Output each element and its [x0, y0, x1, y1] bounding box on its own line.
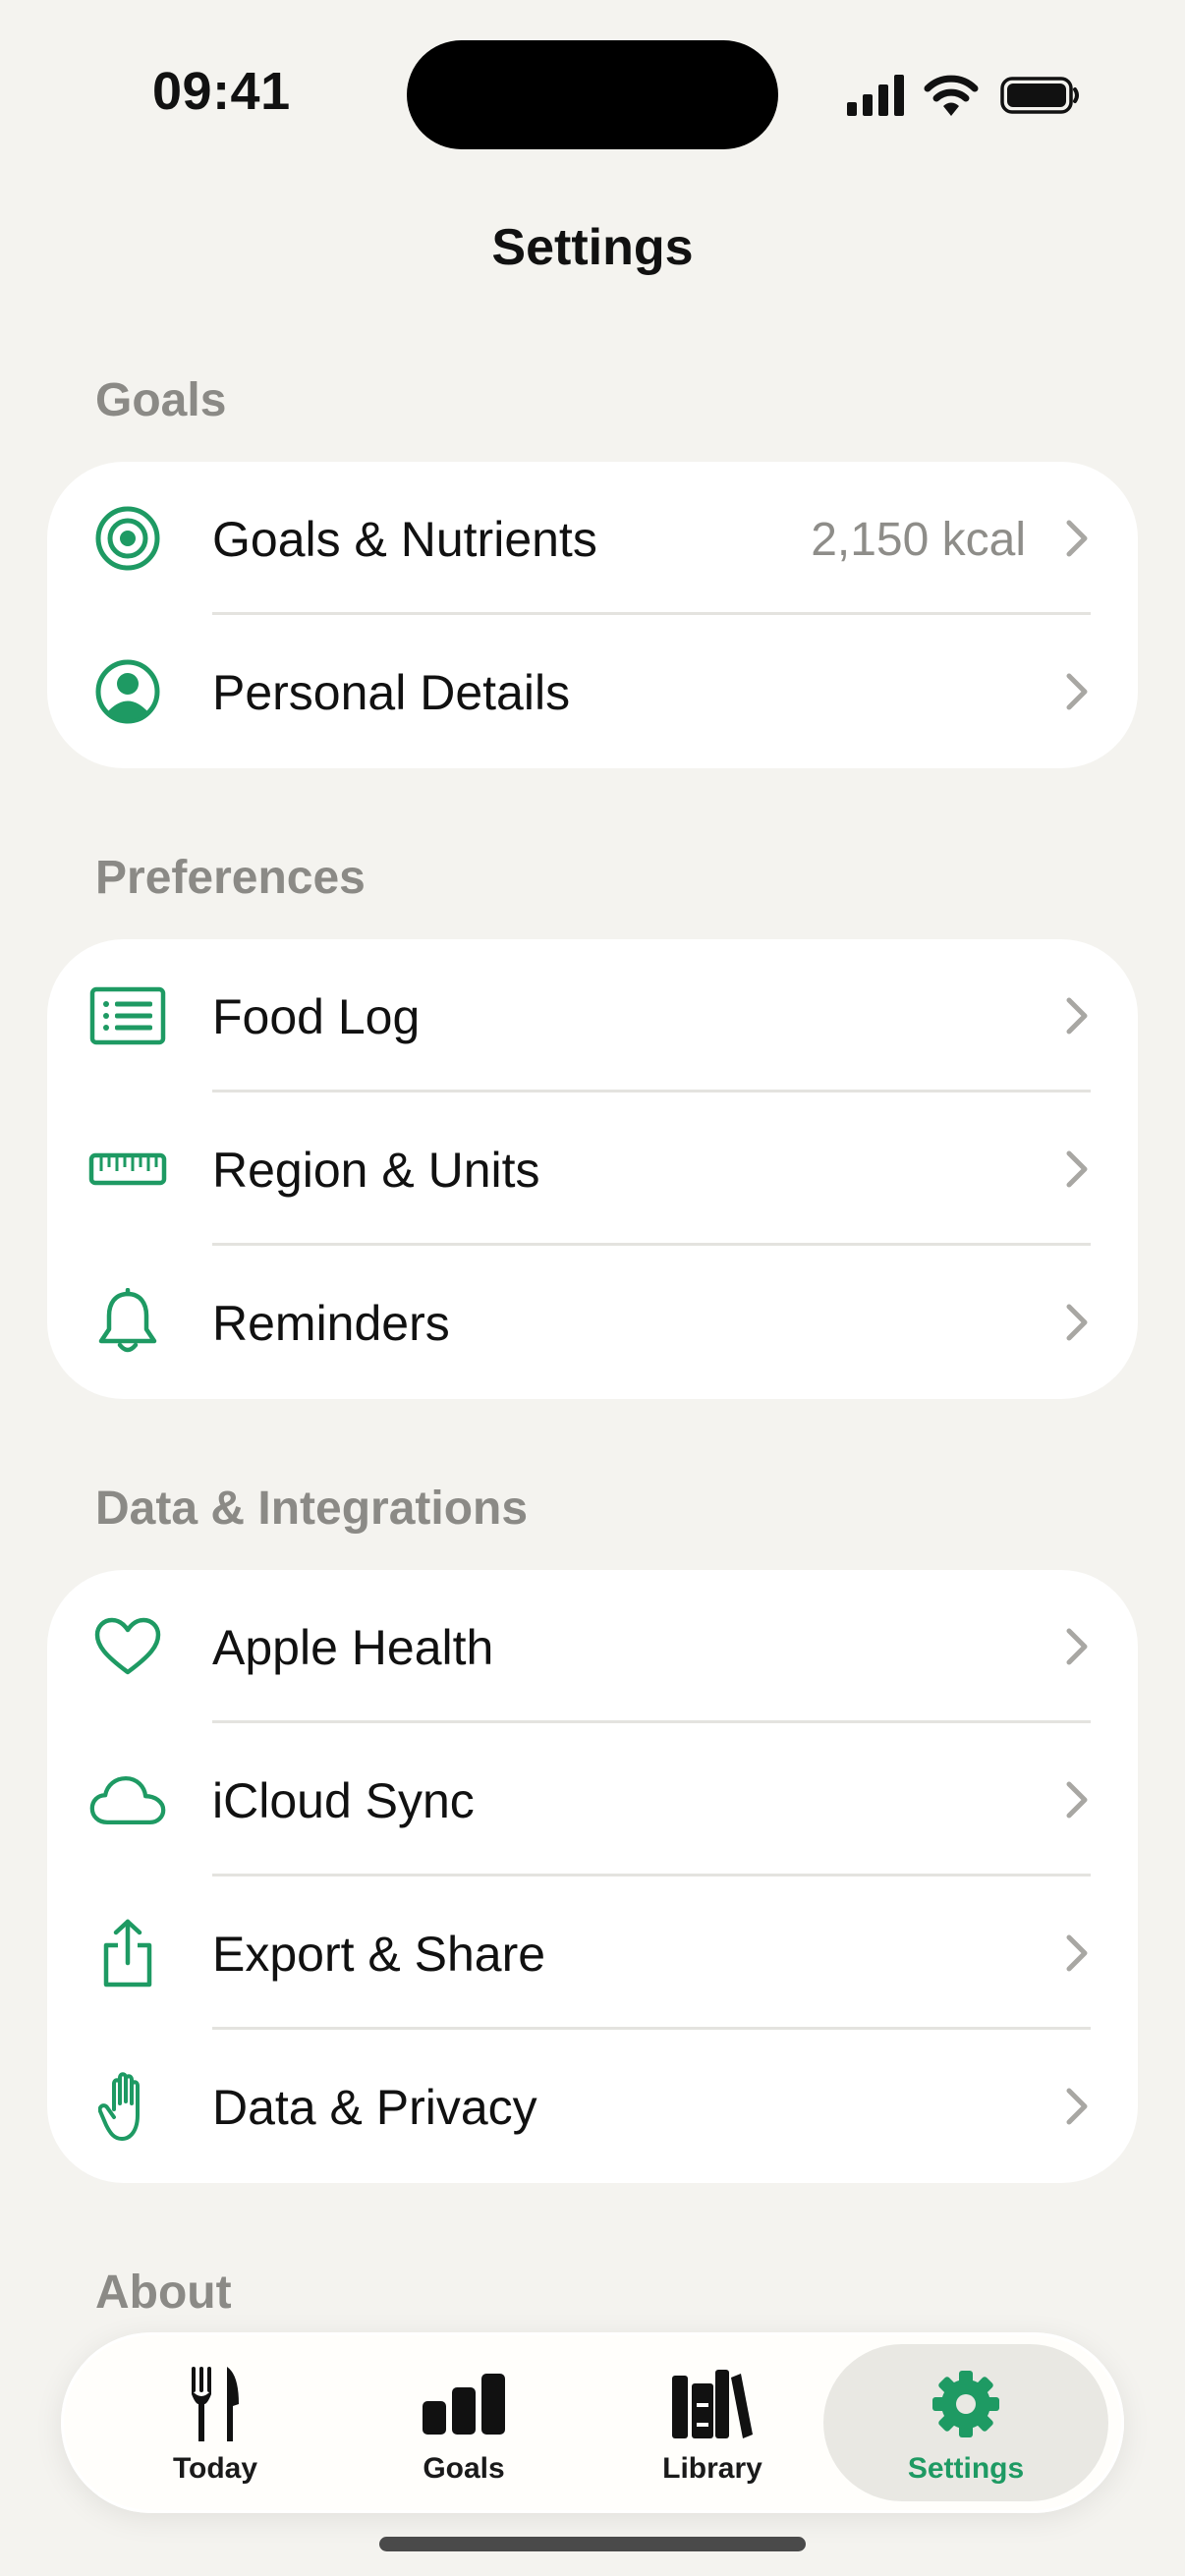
row-label: Export & Share [212, 1927, 546, 1982]
tab-library[interactable]: Library [590, 2344, 835, 2501]
tab-label: Today [172, 2452, 258, 2485]
target-icon [88, 504, 167, 573]
heart-icon [88, 1612, 167, 1681]
home-indicator[interactable] [379, 2537, 806, 2551]
chevron-right-icon [1066, 2088, 1088, 2125]
dynamic-island [407, 40, 778, 149]
fork-knife-icon [188, 2364, 243, 2444]
tab-today[interactable]: Today [92, 2344, 338, 2501]
tab-bar: Today Goals Library Settings [61, 2332, 1124, 2513]
row-label: Apple Health [212, 1620, 494, 1675]
row-export-share[interactable]: Export & Share [47, 1876, 1138, 2030]
chevron-right-icon [1066, 1781, 1088, 1819]
person-circle-icon [88, 657, 167, 726]
tab-settings[interactable]: Settings [823, 2344, 1108, 2501]
ruler-icon [88, 1135, 167, 1204]
chevron-right-icon [1066, 673, 1088, 710]
section-header-goals: Goals [95, 374, 227, 426]
chevron-right-icon [1066, 997, 1088, 1035]
row-label: Region & Units [212, 1143, 540, 1198]
chevron-right-icon [1066, 1304, 1088, 1341]
hand-icon [88, 2072, 167, 2141]
row-goals-nutrients[interactable]: Goals & Nutrients 2,150 kcal [47, 462, 1138, 615]
cellular-signal-icon [847, 75, 904, 116]
chevron-right-icon [1066, 1150, 1088, 1188]
row-label: Reminders [212, 1296, 450, 1351]
status-time: 09:41 [152, 62, 291, 121]
wifi-icon [924, 75, 979, 116]
page-title: Settings [491, 219, 694, 276]
section-header-data-integrations: Data & Integrations [95, 1483, 529, 1535]
gear-icon [930, 2364, 1002, 2444]
row-icloud-sync[interactable]: iCloud Sync [47, 1723, 1138, 1876]
card-data-integrations: Apple Health iCloud Sync Export & Share … [47, 1570, 1138, 2183]
row-food-log[interactable]: Food Log [47, 939, 1138, 1092]
tab-label: Settings [907, 2452, 1025, 2485]
books-icon [670, 2364, 755, 2444]
chevron-right-icon [1066, 1628, 1088, 1665]
chevron-right-icon [1066, 520, 1088, 557]
bell-icon [88, 1288, 167, 1357]
row-label: iCloud Sync [212, 1773, 475, 1828]
tab-label: Library [662, 2452, 762, 2485]
row-label: Data & Privacy [212, 2080, 537, 2135]
bar-chart-icon [421, 2364, 507, 2444]
settings-screen: 09:41 Settings Goals Goals & Nutrients 2… [0, 0, 1185, 2576]
section-header-preferences: Preferences [95, 852, 366, 904]
tab-goals[interactable]: Goals [341, 2344, 587, 2501]
section-header-about: About [95, 2267, 232, 2319]
card-goals: Goals & Nutrients 2,150 kcal Personal De… [47, 462, 1138, 768]
row-region-units[interactable]: Region & Units [47, 1092, 1138, 1246]
battery-icon [1000, 77, 1079, 114]
row-label: Goals & Nutrients [212, 512, 597, 567]
chevron-right-icon [1066, 1934, 1088, 1972]
row-reminders[interactable]: Reminders [47, 1246, 1138, 1399]
row-value: 2,150 kcal [811, 514, 1026, 566]
row-personal-details[interactable]: Personal Details [47, 615, 1138, 768]
row-label: Personal Details [212, 665, 571, 720]
tab-label: Goals [423, 2452, 505, 2485]
list-icon [88, 981, 167, 1050]
row-data-privacy[interactable]: Data & Privacy [47, 2030, 1138, 2183]
card-preferences: Food Log Region & Units Reminders [47, 939, 1138, 1399]
row-apple-health[interactable]: Apple Health [47, 1570, 1138, 1723]
row-label: Food Log [212, 989, 421, 1044]
share-icon [88, 1919, 167, 1988]
cloud-icon [88, 1765, 167, 1834]
